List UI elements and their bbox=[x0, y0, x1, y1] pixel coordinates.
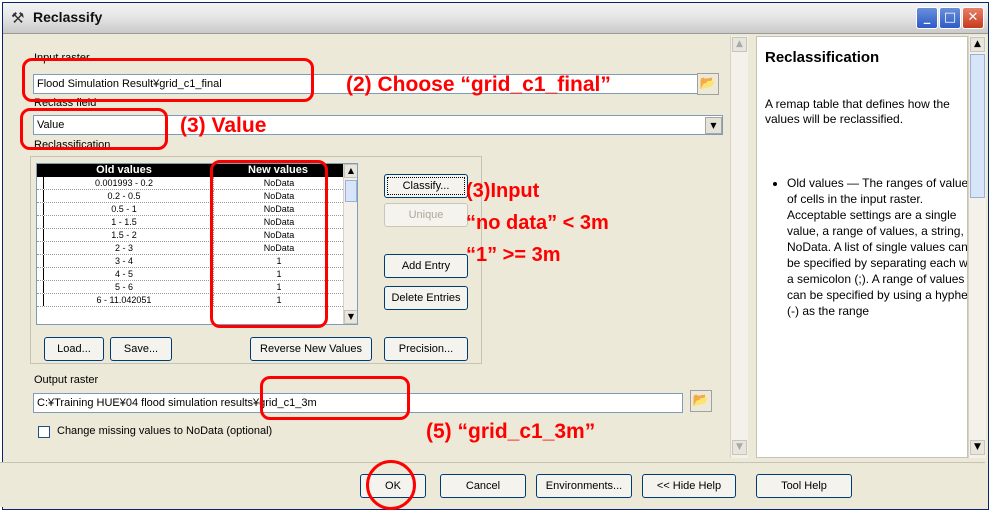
help-intro: A remap table that defines how the value… bbox=[765, 97, 950, 126]
unique-button[interactable]: Unique bbox=[384, 203, 468, 227]
browse-input-folder-icon[interactable]: 📂 bbox=[697, 73, 719, 95]
scroll-up-icon[interactable]: ▲ bbox=[732, 37, 747, 52]
help-panel: Reclassification A remap table that defi… bbox=[756, 36, 968, 458]
output-raster-highlight bbox=[260, 376, 410, 420]
add-entry-button[interactable]: Add Entry bbox=[384, 254, 468, 278]
annotation-step3-input-line2: “no data” < 3m bbox=[466, 212, 609, 234]
reclass-field-highlight bbox=[20, 108, 168, 150]
chevron-down-icon[interactable]: ▼ bbox=[705, 117, 722, 134]
table-scroll-thumb[interactable] bbox=[345, 180, 357, 202]
title-bar[interactable]: ⚒ Reclassify _ □ ✕ bbox=[3, 3, 988, 34]
tool-help-button[interactable]: Tool Help bbox=[756, 474, 852, 498]
help-list: Old values — The ranges of values of cel… bbox=[765, 175, 967, 319]
old-value-cell[interactable]: 0.5 - 1 bbox=[49, 203, 199, 215]
help-title: Reclassification bbox=[765, 49, 880, 66]
new-values-highlight bbox=[210, 160, 328, 328]
environments-button[interactable]: Environments... bbox=[536, 474, 632, 498]
old-value-cell[interactable]: 5 - 6 bbox=[49, 281, 199, 293]
hide-help-button[interactable]: << Hide Help bbox=[642, 474, 736, 498]
classify-button[interactable]: Classify... bbox=[384, 174, 468, 198]
form-scrollbar[interactable]: ▲ ▼ bbox=[730, 36, 748, 458]
save-button[interactable]: Save... bbox=[110, 337, 172, 361]
old-value-cell[interactable]: 1 - 1.5 bbox=[49, 216, 199, 228]
old-value-cell[interactable]: 1.5 - 2 bbox=[49, 229, 199, 241]
table-scroll-down-icon[interactable]: ▼ bbox=[344, 310, 357, 324]
output-raster-label: Output raster bbox=[34, 374, 99, 386]
old-value-cell[interactable]: 6 - 11.042051 bbox=[49, 294, 199, 306]
table-scrollbar[interactable]: ▲ ▼ bbox=[343, 164, 357, 324]
window-title: Reclassify bbox=[33, 9, 103, 25]
delete-entries-button[interactable]: Delete Entries bbox=[384, 286, 468, 310]
input-raster-highlight bbox=[22, 58, 314, 102]
annotation-step3-input-line3: “1” >= 3m bbox=[466, 244, 561, 266]
old-value-cell[interactable]: 2 - 3 bbox=[49, 242, 199, 254]
browse-output-folder-icon[interactable]: 📂 bbox=[690, 390, 712, 412]
nodata-checkbox-label: Change missing values to NoData (optiona… bbox=[57, 425, 273, 437]
reverse-new-values-button[interactable]: Reverse New Values bbox=[250, 337, 372, 361]
old-value-cell[interactable]: 3 - 4 bbox=[49, 255, 199, 267]
help-scroll-thumb[interactable] bbox=[970, 54, 985, 198]
precision-button[interactable]: Precision... bbox=[384, 337, 468, 361]
load-button[interactable]: Load... bbox=[44, 337, 104, 361]
old-values-header: Old values bbox=[96, 164, 152, 176]
annotation-step2: (2) Choose “grid_c1_final” bbox=[346, 73, 611, 96]
help-bullet-old-values: Old values — The ranges of values of cel… bbox=[787, 175, 967, 319]
old-value-cell[interactable]: 0.2 - 0.5 bbox=[49, 190, 199, 202]
ok-button-highlight bbox=[366, 460, 416, 510]
old-value-cell[interactable]: 4 - 5 bbox=[49, 268, 199, 280]
cancel-button[interactable]: Cancel bbox=[440, 474, 526, 498]
annotation-step3-value: (3) Value bbox=[180, 114, 267, 137]
table-scroll-up-icon[interactable]: ▲ bbox=[344, 164, 357, 178]
nodata-checkbox[interactable] bbox=[38, 426, 50, 438]
help-scroll-up-icon[interactable]: ▲ bbox=[970, 37, 985, 52]
maximize-button[interactable]: □ bbox=[939, 7, 961, 29]
help-scroll-down-icon[interactable]: ▼ bbox=[970, 440, 985, 455]
scroll-down-icon[interactable]: ▼ bbox=[732, 440, 747, 455]
close-button[interactable]: ✕ bbox=[962, 7, 984, 29]
help-scrollbar[interactable]: ▲ ▼ bbox=[968, 36, 986, 458]
annotation-step5: (5) “grid_c1_3m” bbox=[426, 420, 596, 443]
annotation-step3-input-line1: (3)Input bbox=[466, 180, 540, 202]
old-value-cell[interactable]: 0.001993 - 0.2 bbox=[49, 177, 199, 189]
hammer-icon: ⚒ bbox=[11, 9, 25, 27]
minimize-button[interactable]: _ bbox=[916, 7, 938, 29]
